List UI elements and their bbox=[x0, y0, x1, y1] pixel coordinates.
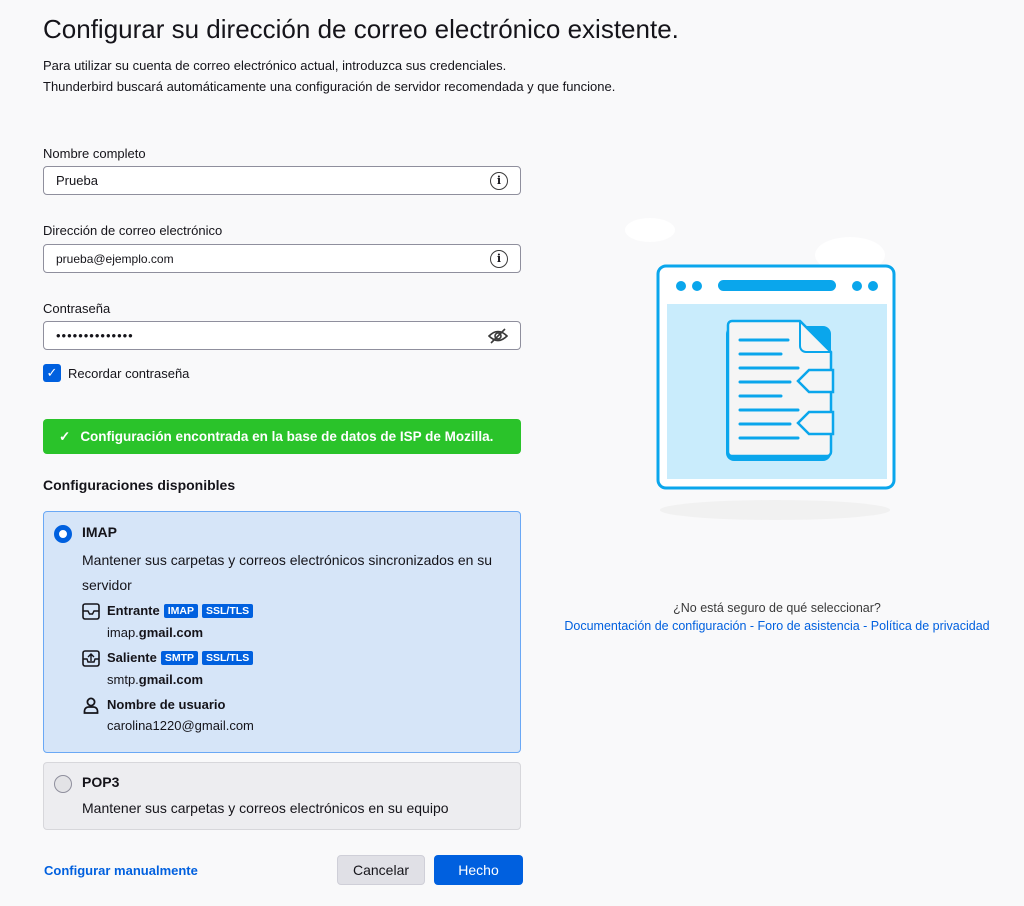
email-value: prueba@ejemplo.com bbox=[56, 251, 174, 266]
outbox-icon bbox=[82, 650, 100, 667]
subtitle-line-2: Thunderbird buscará automáticamente una … bbox=[43, 79, 616, 94]
imap-radio[interactable] bbox=[54, 525, 72, 543]
remember-password-checkbox[interactable]: ✓ bbox=[43, 364, 61, 382]
pop3-radio[interactable] bbox=[54, 775, 72, 793]
pop3-option[interactable]: POP3 Mantener sus carpetas y correos ele… bbox=[43, 762, 521, 830]
incoming-row: Entrante IMAP SSL/TLS bbox=[107, 603, 254, 618]
email-input[interactable]: prueba@ejemplo.com i bbox=[43, 244, 521, 273]
protocol-badge: SMTP bbox=[160, 650, 199, 665]
info-icon[interactable]: i bbox=[490, 171, 508, 190]
password-value: •••••••••••••• bbox=[56, 328, 134, 343]
cancel-button[interactable]: Cancelar bbox=[337, 855, 425, 885]
page-title: Configurar su dirección de correo electr… bbox=[43, 14, 679, 44]
configs-heading: Configuraciones disponibles bbox=[43, 477, 236, 493]
name-input[interactable]: Prueba i bbox=[43, 166, 521, 195]
banner-text: Configuración encontrada en la base de d… bbox=[80, 429, 494, 444]
check-icon: ✓ bbox=[59, 428, 71, 444]
document-illustration bbox=[625, 218, 896, 520]
privacy-link[interactable]: Política de privacidad bbox=[871, 619, 990, 633]
user-icon bbox=[83, 697, 99, 714]
eye-slash-icon[interactable] bbox=[488, 327, 508, 344]
email-label: Dirección de correo electrónico bbox=[43, 223, 223, 238]
pop3-description: Mantener sus carpetas y correos electrón… bbox=[82, 800, 449, 816]
subtitle-line-1: Para utilizar su cuenta de correo electr… bbox=[43, 58, 507, 73]
imap-description: Mantener sus carpetas y correos electrón… bbox=[82, 552, 493, 593]
done-button[interactable]: Hecho bbox=[434, 855, 523, 885]
security-badge: SSL/TLS bbox=[202, 650, 254, 665]
outgoing-row: Saliente SMTP SSL/TLS bbox=[107, 650, 254, 665]
name-value: Prueba bbox=[56, 173, 98, 188]
inbox-icon bbox=[82, 603, 100, 620]
support-forum-link[interactable]: Foro de asistencia bbox=[758, 619, 860, 633]
pop3-title: POP3 bbox=[82, 774, 120, 790]
protocol-badge: IMAP bbox=[163, 603, 198, 618]
password-input[interactable]: •••••••••••••• bbox=[43, 321, 521, 350]
success-banner: ✓ Configuración encontrada en la base de … bbox=[43, 419, 521, 454]
outgoing-host: smtp.gmail.com bbox=[107, 672, 204, 687]
help-question: ¿No está seguro de qué seleccionar? bbox=[673, 601, 881, 615]
incoming-host: imap.gmail.com bbox=[107, 625, 204, 640]
imap-option[interactable]: IMAP Mantener sus carpetas y correos ele… bbox=[43, 511, 521, 753]
password-label: Contraseña bbox=[43, 301, 111, 316]
help-links: Documentación de configuración - Foro de… bbox=[564, 619, 990, 633]
username-label: Nombre de usuario bbox=[107, 697, 226, 712]
security-badge: SSL/TLS bbox=[201, 603, 254, 618]
manual-config-link[interactable]: Configurar manualmente bbox=[44, 863, 198, 878]
remember-password-label: Recordar contraseña bbox=[68, 366, 190, 381]
username-value: carolina1220@gmail.com bbox=[107, 718, 254, 733]
imap-title: IMAP bbox=[82, 524, 117, 540]
docs-link[interactable]: Documentación de configuración bbox=[564, 619, 746, 633]
info-icon[interactable]: i bbox=[490, 249, 508, 268]
name-label: Nombre completo bbox=[43, 146, 146, 161]
